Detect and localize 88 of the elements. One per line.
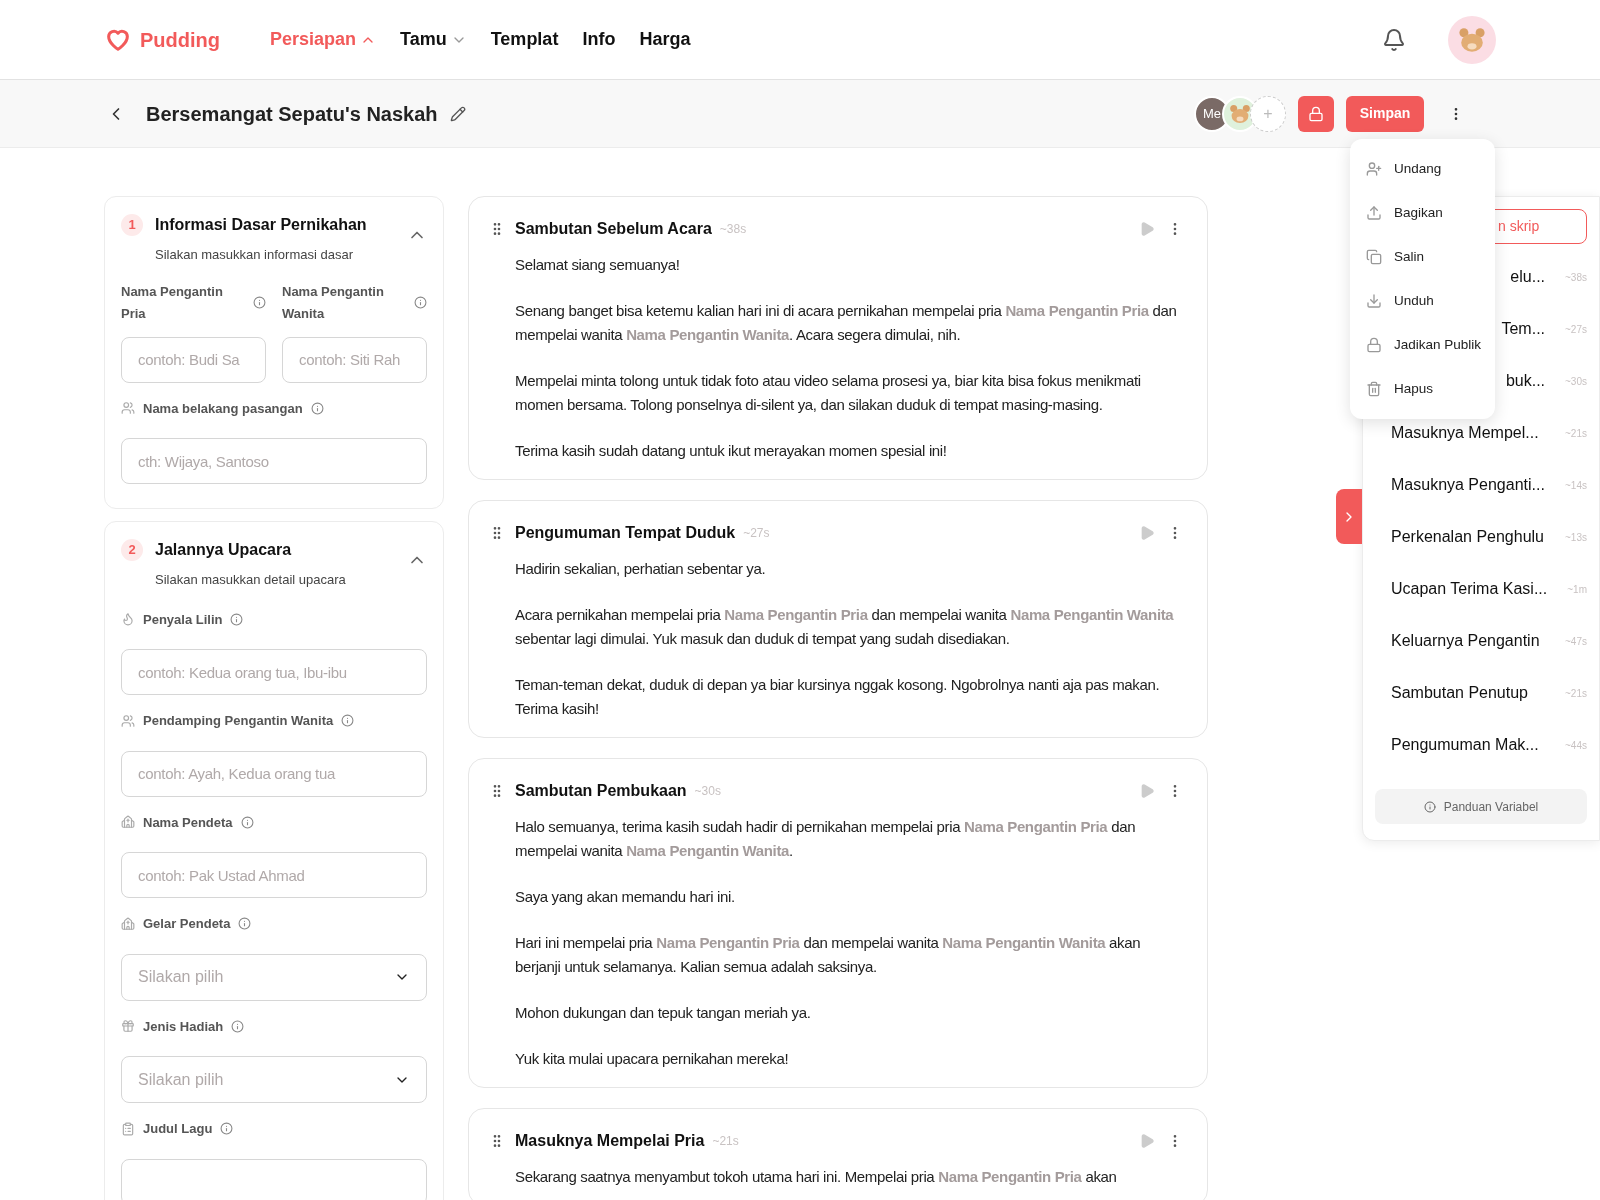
script-paragraph: Hari ini mempelai pria Nama Pengantin Pria dan mempelai wanita Nama Pengantin Wanita akan berjanji untuk selamanya. Kalian semua adalah saksinya. <box>515 933 1142 977</box>
script-title: Pengumuman Tempat Duduk <box>515 523 736 543</box>
field-label: Judul Lagu <box>143 1120 213 1138</box>
section-title: Informasi Dasar Pernikahan <box>155 215 368 235</box>
users-icon <box>121 401 135 416</box>
field-label: Nama belakang pasangan <box>143 399 303 418</box>
info-icon <box>341 714 355 728</box>
info-icon <box>414 296 427 309</box>
lock-icon <box>1366 337 1382 353</box>
step-number: 1 <box>121 214 143 236</box>
section-subtitle: Silakan masukkan detail upacara <box>155 571 347 589</box>
users-icon <box>121 713 135 728</box>
script-duration: ~38s <box>719 221 747 238</box>
script-title: Sambutan Sebelum Acara <box>515 219 712 239</box>
script-duration: ~30s <box>694 783 721 800</box>
nav-link[interactable]: Tamu <box>400 26 467 53</box>
info-icon <box>240 815 254 829</box>
flame-icon <box>121 612 135 627</box>
info-icon <box>230 612 244 626</box>
text-field[interactable]: cth: Wijaya, Santoso <box>121 438 427 484</box>
script-paragraph: Teman-teman dekat, duduk di depan ya biar kursinya nggak kosong. Ngobrolnya nanti aja pas makan. Terima kasih! <box>515 675 1161 719</box>
outline-item[interactable]: Pengumuman Mak... ~44s <box>1375 719 1587 771</box>
script-name: Bersemangat Sepatu's Naskah <box>146 101 438 127</box>
script-paragraph: Selamat siang semuanya! <box>515 255 681 275</box>
nav-link[interactable]: Templat <box>490 26 559 53</box>
menu-item[interactable]: Jadikan Publik <box>1350 323 1495 367</box>
menu-item[interactable]: Bagikan <box>1350 191 1495 235</box>
text-field[interactable]: contoh: Kedua orang tua, Ibu-ibu <box>121 649 427 695</box>
script-title: Masuknya Mempelai Pria <box>515 1131 705 1151</box>
script-paragraph: Acara pernikahan mempelai pria Nama Pengantin Pria dan mempelai wanita Nama Pengantin Wanita sebentar lagi dimulai. Yuk masuk dan duduk di tempat yang sudah disediakan. <box>515 605 1175 649</box>
script-duration: ~21s <box>712 1133 739 1150</box>
info-icon <box>220 1122 234 1136</box>
notification-bell-icon[interactable] <box>1382 27 1406 52</box>
trash-icon <box>1366 381 1382 397</box>
outline-item[interactable]: Keluarnya Pengantin ~47s <box>1375 615 1587 667</box>
edit-pencil-icon[interactable] <box>449 105 466 122</box>
script-paragraph: Halo semuanya, terima kasih sudah hadir di pernikahan mempelai pria Nama Pengantin Pria dan mempelai wanita Nama Pengantin Wanita. <box>515 817 1137 861</box>
info-icon <box>253 296 266 309</box>
nav-link[interactable]: Info <box>582 26 616 53</box>
clipboard-icon <box>121 1121 135 1136</box>
text-field[interactable]: contoh: Ayah, Kedua orang tua <box>121 750 427 797</box>
text-field[interactable]: contoh: Siti Rah <box>282 336 427 383</box>
upload-icon <box>1366 205 1382 221</box>
text-field[interactable]: contoh: Budi Sa <box>121 336 266 383</box>
script-paragraph: Sekarang saatnya menyambut tokoh utama hari ini. Mempelai pria Nama Pengantin Pria akan <box>515 1167 1118 1187</box>
script-paragraph: Yuk kita mulai upacara pernikahan mereka! <box>515 1049 790 1069</box>
menu-item[interactable]: Hapus <box>1350 367 1495 411</box>
field-label: Pendamping Pengantin Wanita <box>143 712 334 730</box>
text-field[interactable] <box>121 1158 427 1200</box>
text-field[interactable]: contoh: Pak Ustad Ahmad <box>121 852 427 898</box>
menu-item[interactable]: Unduh <box>1350 279 1495 323</box>
info-icon <box>231 1019 245 1033</box>
field-label: Jenis Hadiah <box>143 1017 224 1036</box>
script-paragraph: Hadirin sekalian, perhatian sebentar ya. <box>515 559 767 579</box>
field-label: Nama Pengantin Pria <box>121 282 224 323</box>
script-paragraph: Saya yang akan memandu hari ini. <box>515 887 736 907</box>
lock-button[interactable] <box>1298 95 1334 132</box>
script-duration: ~27s <box>743 525 770 542</box>
outline-item[interactable]: Ucapan Terima Kasi... ~1m <box>1375 563 1587 615</box>
church-icon <box>121 916 135 931</box>
script-title: Sambutan Pembukaan <box>515 781 687 801</box>
info-icon <box>310 401 324 415</box>
step-number: 2 <box>121 539 143 561</box>
section-subtitle: Silakan masukkan informasi dasar <box>155 246 354 264</box>
variable-guide-button[interactable]: Panduan Variabel <box>1375 789 1587 824</box>
outline-item[interactable]: Perkenalan Penghulu ~13s <box>1375 511 1587 563</box>
script-paragraph: Mempelai minta tolong untuk tidak foto atau video selama prosesi ya, biar kita bisa fokus menikmati momen bersama. Tolong ponselnya di-silent ya, dan silakan duduk di tempat masing-masing. <box>515 371 1142 415</box>
church-icon <box>121 815 135 830</box>
info-icon <box>238 917 252 931</box>
outline-item[interactable]: Masuknya Penganti... ~14s <box>1375 459 1587 511</box>
download-icon <box>1366 293 1382 309</box>
nav-link[interactable]: Harga <box>639 26 691 53</box>
script-paragraph: Senang banget bisa ketemu kalian hari ini di acara pernikahan mempelai pria Nama Pengantin Pria dan mempelai wanita Nama Pengantin Wanita. Acara segera dimulai, nih. <box>515 301 1178 345</box>
info-icon <box>1423 800 1436 813</box>
menu-item[interactable]: Salin <box>1350 235 1495 279</box>
section-title: Jalannya Upacara <box>155 540 293 560</box>
copy-icon <box>1366 249 1382 265</box>
lock-icon <box>1308 105 1324 122</box>
user-plus-icon <box>1366 161 1382 177</box>
gift-icon <box>121 1019 135 1034</box>
field-label: Gelar Pendeta <box>143 915 231 933</box>
field-label: Penyala Lilin <box>143 610 223 629</box>
script-paragraph: Mohon dukungan dan tepuk tangan meriah ya. <box>515 1003 812 1023</box>
menu-item[interactable]: Undang <box>1350 147 1495 191</box>
field-label: Nama Pengantin Wanita <box>282 282 385 323</box>
script-paragraph: Terima kasih sudah datang untuk ikut merayakan momen spesial ini! <box>515 441 948 461</box>
outline-item[interactable]: Sambutan Penutup ~21s <box>1375 667 1587 719</box>
field-label: Nama Pendeta <box>143 813 233 832</box>
